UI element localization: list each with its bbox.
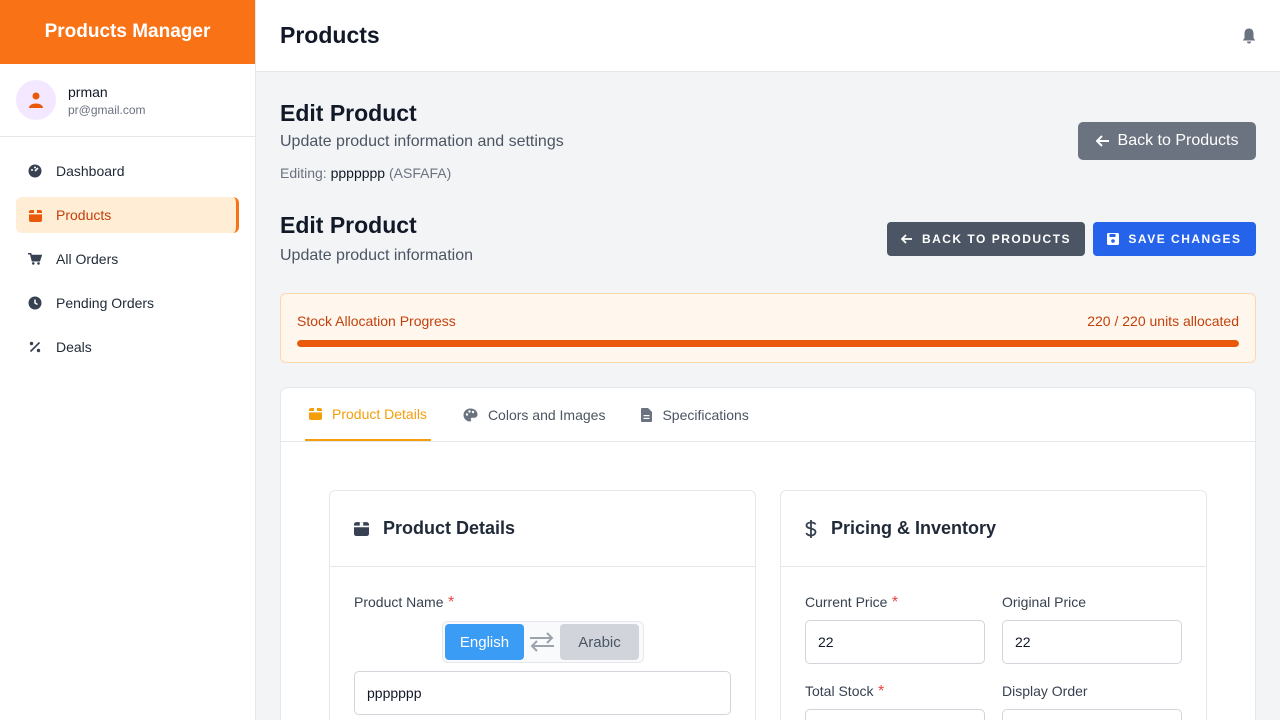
clock-icon — [28, 296, 42, 310]
tab-specifications[interactable]: Specifications — [637, 388, 752, 441]
sidebar-item-label: Dashboard — [56, 163, 125, 179]
total-stock-input[interactable] — [805, 709, 985, 720]
sidebar: Products Manager prman pr@gmail.com Dash… — [0, 0, 256, 720]
display-order-label: Display Order — [1002, 683, 1088, 699]
sidebar-item-dashboard[interactable]: Dashboard — [16, 153, 239, 189]
stock-allocation-status: 220 / 220 units allocated — [1087, 313, 1239, 329]
percent-icon — [28, 340, 42, 354]
dashboard-icon — [28, 164, 42, 178]
tab-bar: Product Details Colors and Images Specif… — [281, 388, 1255, 442]
required-marker: * — [447, 594, 455, 611]
pricing-inventory-title: Pricing & Inventory — [831, 518, 997, 538]
swap-language-icon[interactable] — [524, 624, 560, 660]
top-header: Products — [256, 0, 1280, 72]
product-details-panel: Product Details Product Name * English A… — [329, 490, 756, 720]
product-details-title: Product Details — [383, 518, 516, 538]
original-price-input[interactable] — [1002, 620, 1182, 664]
pricing-inventory-header: Pricing & Inventory — [781, 491, 1206, 567]
language-toggle: English Arabic — [442, 621, 644, 663]
pricing-inventory-panel: Pricing & Inventory Current Price * Orig… — [780, 490, 1207, 720]
product-details-header: Product Details — [330, 491, 755, 567]
document-icon — [641, 407, 653, 422]
tab-label: Product Details — [332, 405, 427, 422]
total-stock-label: Total Stock * — [805, 683, 885, 700]
palette-icon — [463, 408, 478, 421]
required-marker: * — [877, 683, 885, 700]
avatar — [16, 80, 56, 120]
stock-allocation-panel: Stock Allocation Progress 220 / 220 unit… — [280, 293, 1256, 363]
box-icon — [309, 408, 322, 420]
arrow-left-icon — [1095, 135, 1109, 147]
cart-icon — [28, 252, 42, 266]
stock-progress-fill — [297, 340, 1239, 347]
tab-product-details[interactable]: Product Details — [305, 388, 431, 441]
box-icon — [28, 208, 42, 222]
back-to-products-button[interactable]: Back to Products — [1078, 122, 1256, 160]
sidebar-item-all-orders[interactable]: All Orders — [16, 241, 239, 277]
editing-label: Editing: — [280, 165, 327, 181]
stock-progress-bar — [297, 340, 1239, 347]
sidebar-item-label: Pending Orders — [56, 295, 155, 311]
user-profile: prman pr@gmail.com — [0, 64, 255, 137]
product-name-label: Product Name * — [354, 594, 455, 611]
tab-label: Specifications — [662, 406, 749, 423]
save-icon — [1107, 233, 1120, 245]
brand-title: Products Manager — [0, 0, 255, 64]
sidebar-item-pending-orders[interactable]: Pending Orders — [16, 285, 239, 321]
form-title: Edit Product — [280, 212, 417, 238]
sidebar-item-deals[interactable]: Deals — [16, 329, 239, 365]
editing-product-code: (ASFAFA) — [389, 165, 452, 181]
editing-info: Editing: ppppppp (ASFAFA) — [280, 165, 564, 181]
product-name-input[interactable] — [354, 671, 731, 715]
page-header: Edit Product Update product information … — [280, 100, 564, 181]
header-title: Products — [280, 22, 380, 48]
box-icon — [354, 522, 369, 536]
save-changes-label: SAVE CHANGES — [1128, 232, 1242, 246]
sidebar-item-label: Deals — [56, 339, 92, 355]
tab-label: Colors and Images — [487, 406, 606, 423]
page-subtitle: Update product information and settings — [280, 133, 564, 150]
sidebar-item-label: All Orders — [56, 251, 119, 267]
back-to-products-label: Back to Products — [1117, 132, 1239, 149]
display-order-input[interactable] — [1002, 709, 1182, 720]
editing-product-name: ppppppp — [330, 165, 386, 181]
user-icon — [29, 92, 43, 108]
stock-allocation-label: Stock Allocation Progress — [297, 313, 456, 329]
current-price-input[interactable] — [805, 620, 985, 664]
language-arabic-button[interactable]: Arabic — [560, 624, 639, 660]
form-subtitle: Update product information — [280, 247, 473, 264]
back-to-products-secondary-label: BACK TO PRODUCTS — [921, 232, 1072, 246]
product-form-card: Product Details Colors and Images Specif… — [280, 387, 1256, 720]
language-english-button[interactable]: English — [445, 624, 524, 660]
bell-icon[interactable] — [1242, 28, 1256, 44]
form-header: Edit Product Update product information — [280, 212, 473, 265]
dollar-icon — [805, 519, 817, 538]
required-marker: * — [891, 594, 899, 611]
user-name: prman — [68, 83, 108, 100]
page-title: Edit Product — [280, 100, 417, 126]
user-email: pr@gmail.com — [68, 102, 146, 117]
arrow-left-icon — [900, 234, 912, 244]
current-price-label: Current Price * — [805, 594, 899, 611]
sidebar-item-products[interactable]: Products — [16, 197, 239, 233]
sidebar-nav: Dashboard Products All Orders Pending Or… — [0, 137, 255, 389]
sidebar-item-label: Products — [56, 207, 112, 223]
back-to-products-secondary-button[interactable]: BACK TO PRODUCTS — [887, 222, 1085, 256]
save-changes-button[interactable]: SAVE CHANGES — [1093, 222, 1256, 256]
original-price-label: Original Price — [1002, 594, 1087, 610]
tab-colors-and-images[interactable]: Colors and Images — [459, 388, 610, 441]
